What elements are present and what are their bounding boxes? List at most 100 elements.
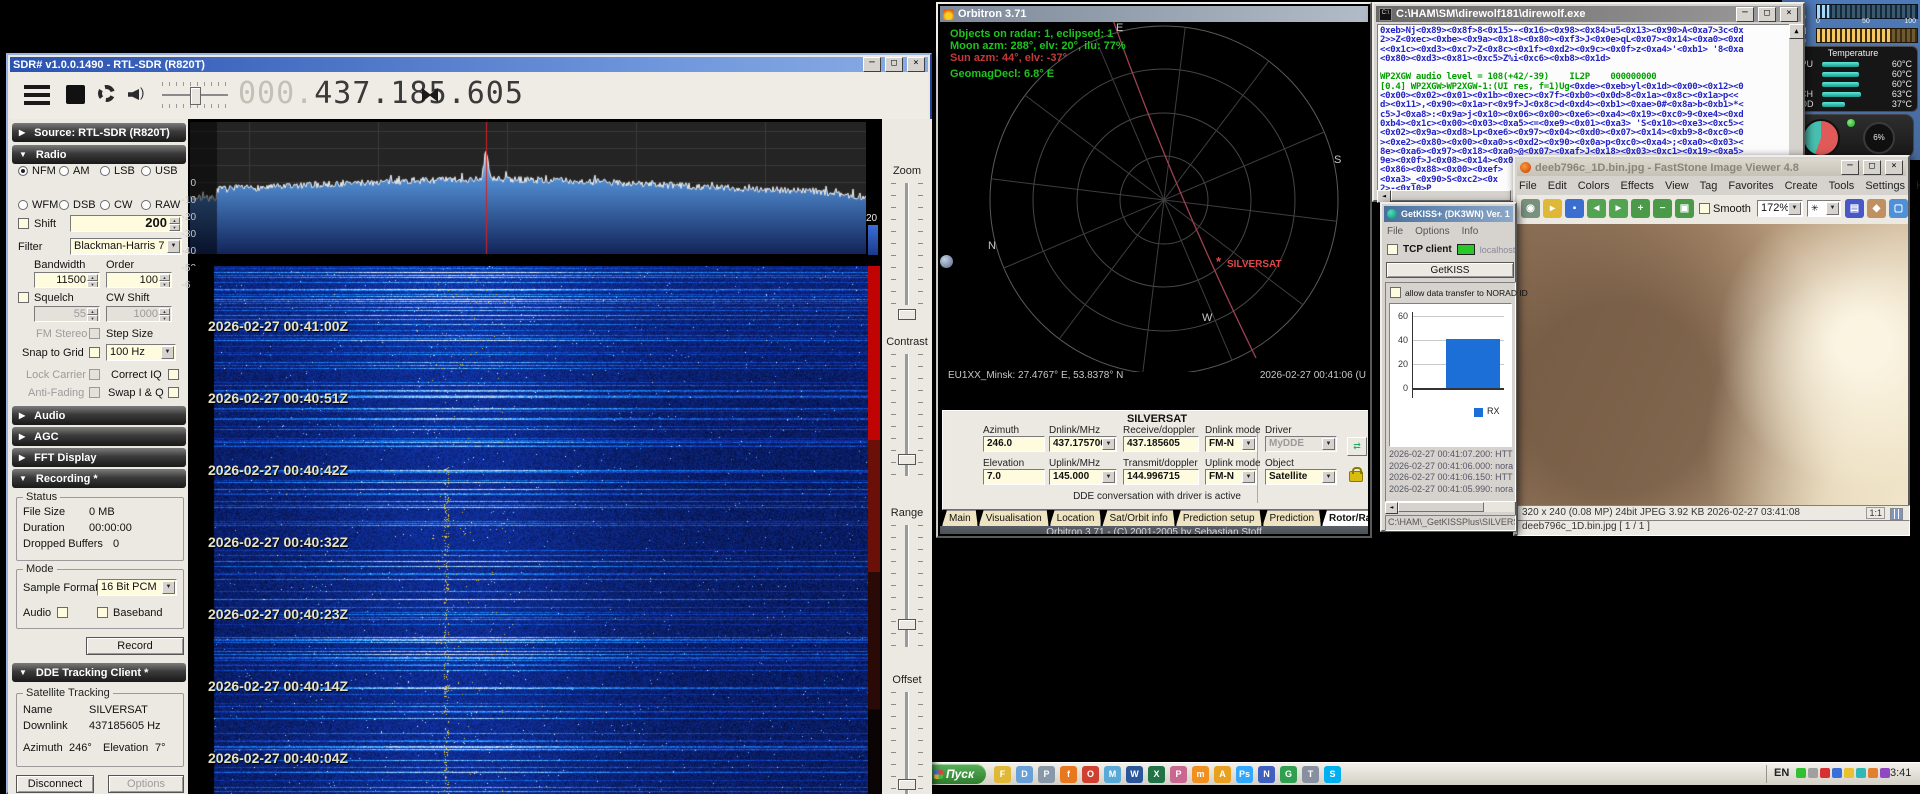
- shift-checkbox[interactable]: [18, 218, 29, 229]
- audio-rec-checkbox[interactable]: [57, 607, 68, 618]
- field-dropdown-icon[interactable]: ▼: [1102, 471, 1115, 483]
- waterfall-canvas[interactable]: [190, 266, 870, 794]
- grid-view-icon[interactable]: [1890, 508, 1903, 520]
- correctiq-checkbox[interactable]: [168, 369, 179, 380]
- menu-icon[interactable]: [24, 85, 50, 105]
- getkiss-hscrollbar[interactable]: ◄: [1385, 502, 1514, 514]
- bandwidth-input[interactable]: 11500 ▲ ▼: [34, 272, 100, 288]
- sdr-maximize-button[interactable]: □: [885, 57, 903, 72]
- orbitron-tab[interactable]: Main: [942, 510, 978, 526]
- tray-icon[interactable]: [1796, 768, 1806, 778]
- toolbar-icon[interactable]: ►: [1609, 199, 1628, 218]
- toolbar-icon[interactable]: ▸: [1543, 199, 1562, 218]
- sdr-titlebar[interactable]: SDR# v1.0.0.1490 - RTL-SDR (R820T) ─ □ ×: [10, 57, 928, 72]
- field-dropdown-icon[interactable]: ▼: [1242, 438, 1255, 450]
- mode-radio[interactable]: [100, 200, 110, 210]
- tray-icon[interactable]: [1856, 768, 1866, 778]
- orbitron-tab[interactable]: Location: [1050, 510, 1102, 526]
- hscroll-thumb[interactable]: [1398, 502, 1484, 512]
- rotor-field-value[interactable]: 144.996715: [1123, 469, 1199, 485]
- panel-radio[interactable]: ▼ Radio: [12, 145, 186, 164]
- faststone-maximize-button[interactable]: □: [1863, 160, 1881, 175]
- swapiq-checkbox[interactable]: [168, 387, 179, 398]
- console-minimize-button[interactable]: ─: [1736, 6, 1754, 22]
- faststone-close-button[interactable]: ×: [1885, 160, 1903, 175]
- demod-mode[interactable]: WFM: [18, 199, 58, 211]
- tray-icon[interactable]: [1844, 768, 1854, 778]
- toolbar-icon[interactable]: ▪: [1565, 199, 1584, 218]
- slider-track-zoom[interactable]: [905, 183, 909, 305]
- getkiss-header-button[interactable]: GetKISS: [1386, 262, 1514, 278]
- getkiss-menu-item[interactable]: File: [1387, 226, 1403, 237]
- rotor-field-value[interactable]: 437.175700 ▼: [1049, 436, 1117, 452]
- tcp-client-checkbox[interactable]: [1387, 244, 1398, 255]
- toolbar-icon[interactable]: ◆: [1867, 199, 1886, 218]
- faststone-menu-item[interactable]: Create: [1785, 180, 1818, 192]
- faststone-menu-item[interactable]: Help: [1916, 180, 1920, 192]
- volume-slider-thumb[interactable]: [190, 87, 201, 105]
- mode-radio[interactable]: [59, 200, 69, 210]
- panel-agc[interactable]: ▶ AGC: [12, 427, 186, 446]
- faststone-menu-item[interactable]: Tag: [1700, 180, 1718, 192]
- start-button[interactable]: Пуск: [930, 764, 986, 784]
- demod-mode[interactable]: CW: [100, 199, 132, 211]
- tray-icon[interactable]: [1832, 768, 1842, 778]
- field-dropdown-icon[interactable]: ▼: [1242, 471, 1255, 483]
- scroll-left-icon[interactable]: ◄: [1385, 502, 1398, 514]
- console-maximize-button[interactable]: □: [1758, 6, 1776, 22]
- stepsize-select[interactable]: 100 Hz ▼: [106, 344, 176, 361]
- getkiss-titlebar[interactable]: GetKISS+ (DK3WN) Ver. 1.4.2 -: [1384, 206, 1513, 222]
- options-button[interactable]: Options: [108, 775, 184, 793]
- disconnect-button[interactable]: Disconnect: [16, 775, 94, 793]
- scroll-up-icon[interactable]: ▲: [1789, 24, 1804, 39]
- panel-fft[interactable]: ▶ FFT Display: [12, 448, 186, 467]
- demod-mode[interactable]: LSB: [100, 165, 135, 177]
- quick-launch-icon[interactable]: N: [1258, 765, 1275, 783]
- toolbar-icon[interactable]: ▤: [1845, 199, 1864, 218]
- squelch-checkbox[interactable]: [18, 292, 29, 303]
- settings-gear-icon[interactable]: [98, 85, 115, 102]
- cwshift-input[interactable]: 1000 ▲ ▼: [106, 306, 172, 322]
- rotor-field-value[interactable]: Satellite ▼: [1265, 469, 1337, 485]
- satellite-marker-icon[interactable]: *: [1216, 254, 1221, 269]
- driver-refresh-button[interactable]: ⇄: [1347, 437, 1367, 456]
- lock-icon[interactable]: [1349, 467, 1363, 482]
- smooth-checkbox[interactable]: [1699, 203, 1710, 214]
- rotor-field-value[interactable]: 437.185605: [1123, 436, 1199, 452]
- faststone-minimize-button[interactable]: ─: [1841, 160, 1859, 175]
- sampleformat-dropdown-icon[interactable]: ▼: [162, 581, 175, 594]
- snap-checkbox[interactable]: [89, 347, 100, 358]
- antifading-checkbox[interactable]: [89, 387, 100, 398]
- spectrum-canvas[interactable]: [190, 122, 866, 254]
- quick-launch-icon[interactable]: M: [1104, 765, 1121, 783]
- orbitron-titlebar[interactable]: Orbitron 3.71: [940, 6, 1368, 22]
- slider-thumb-contrast[interactable]: [898, 454, 916, 465]
- squelch-spinner[interactable]: ▲ ▼: [87, 308, 98, 321]
- panel-source[interactable]: ▶ Source: RTL-SDR (R820T): [12, 123, 186, 142]
- language-indicator[interactable]: EN: [1774, 767, 1789, 779]
- demod-mode[interactable]: AM: [59, 165, 90, 177]
- quick-launch-icon[interactable]: T: [1302, 765, 1319, 783]
- zoom-select[interactable]: 172% ▼: [1757, 200, 1803, 217]
- retune-icon[interactable]: [422, 88, 440, 102]
- image-view[interactable]: [1517, 224, 1908, 505]
- toolbar-icon[interactable]: ▣: [1675, 199, 1694, 218]
- rotor-field-value[interactable]: 246.0: [983, 436, 1045, 452]
- norad-checkbox[interactable]: [1390, 287, 1401, 298]
- mode-radio[interactable]: [59, 166, 69, 176]
- field-dropdown-icon[interactable]: ▼: [1102, 438, 1115, 450]
- faststone-menu-item[interactable]: Colors: [1578, 180, 1610, 192]
- volume-slider[interactable]: [162, 81, 228, 109]
- mode-radio[interactable]: [141, 200, 151, 210]
- mode-radio[interactable]: [100, 166, 110, 176]
- sdr-close-button[interactable]: ×: [907, 57, 925, 72]
- quick-launch-icon[interactable]: P: [1170, 765, 1187, 783]
- taskbar-clock[interactable]: 3:41: [1890, 767, 1911, 779]
- quick-launch-icon[interactable]: F: [994, 765, 1011, 783]
- toolbar-icon[interactable]: −: [1653, 199, 1672, 218]
- orbitron-tab[interactable]: Prediction setup: [1176, 510, 1262, 526]
- baseband-checkbox[interactable]: [97, 607, 108, 618]
- rotor-field-value[interactable]: MyDDE ▼: [1265, 436, 1337, 452]
- faststone-menu-item[interactable]: Edit: [1548, 180, 1567, 192]
- tray-icon[interactable]: [1808, 768, 1818, 778]
